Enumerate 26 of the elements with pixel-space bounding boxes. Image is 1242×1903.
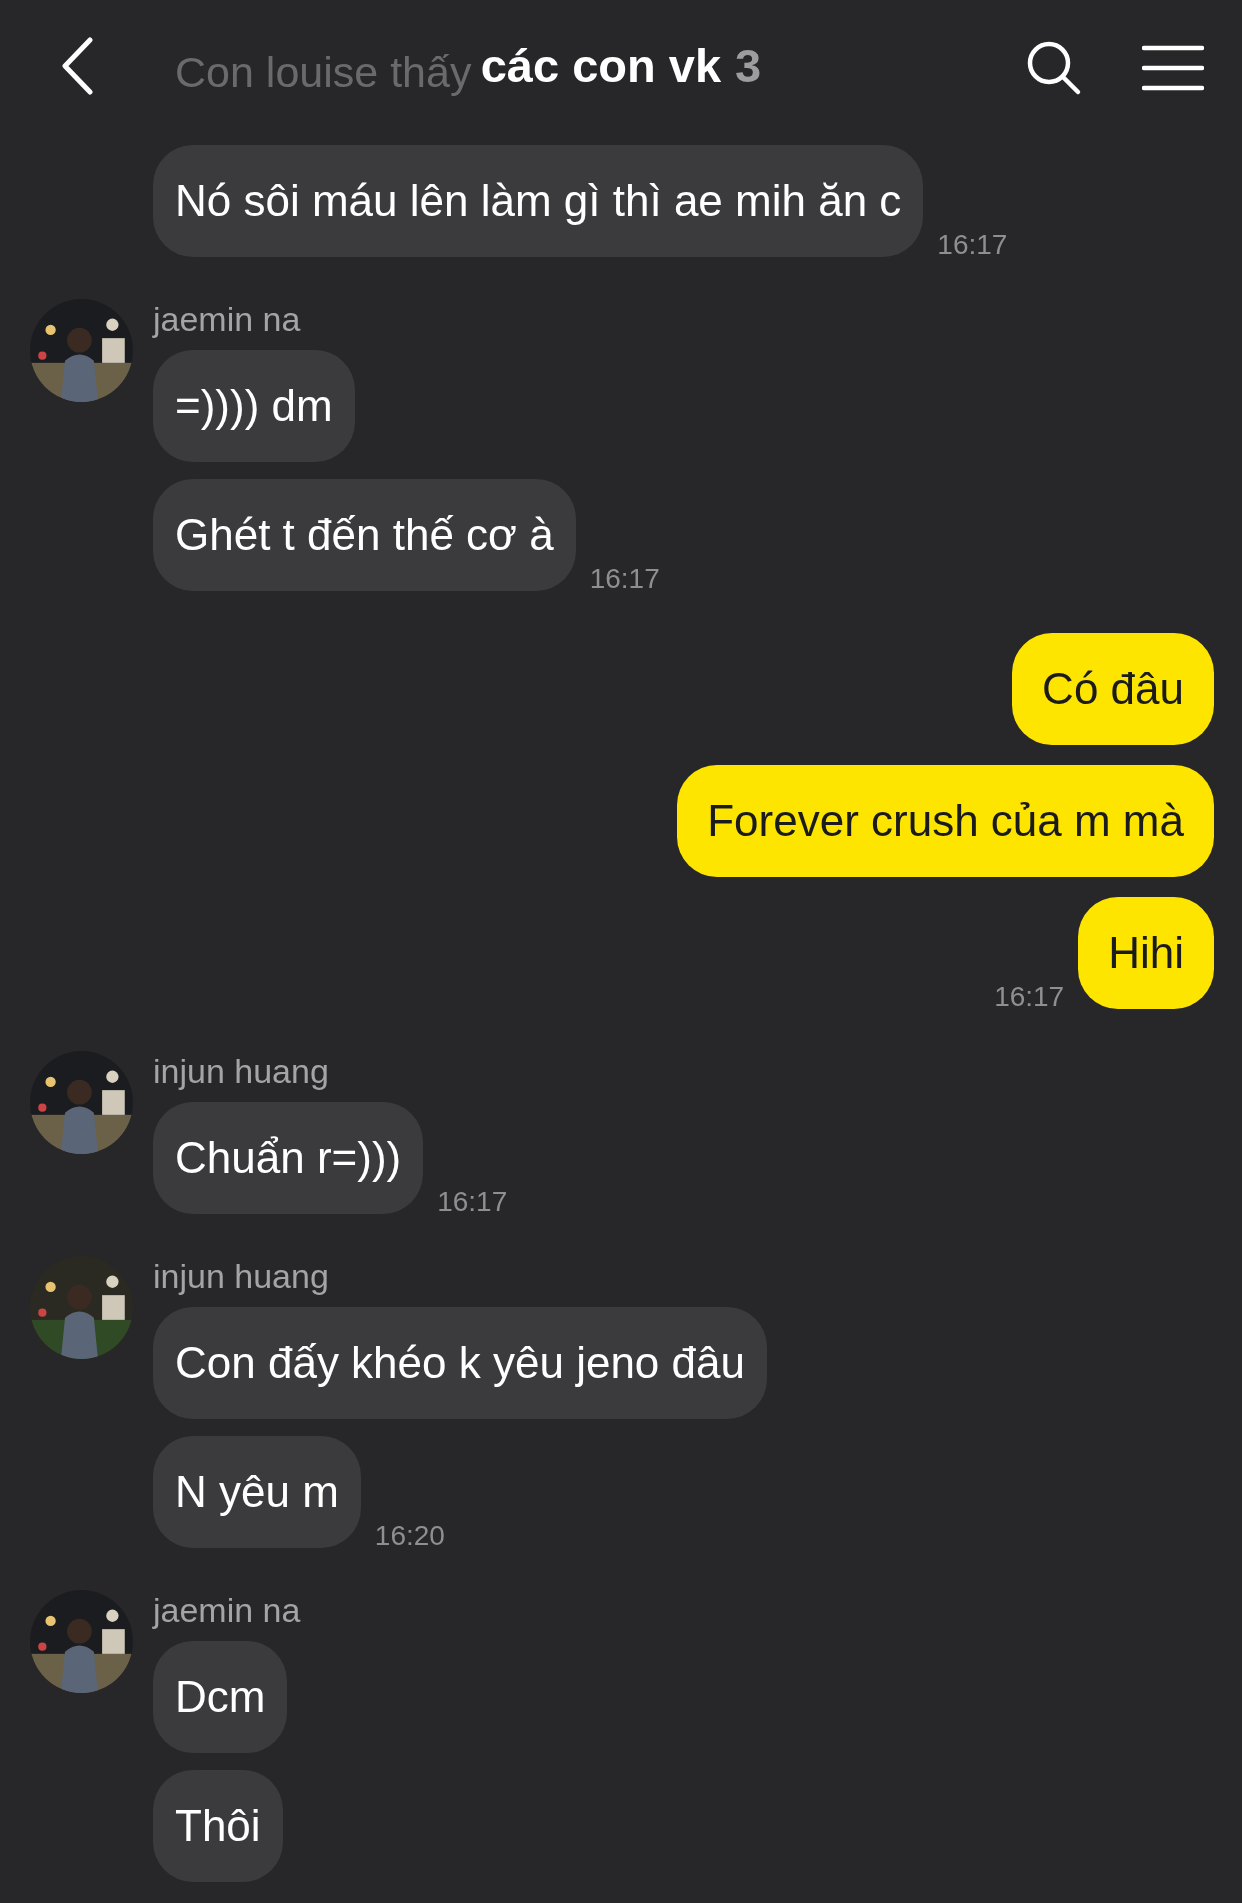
message-time: 16:17 <box>937 229 1008 261</box>
message-bubble: Thôi <box>153 1770 283 1882</box>
search-icon[interactable] <box>1026 39 1082 96</box>
message-time: 16:17 <box>437 1186 508 1218</box>
sender-name: jaemin na <box>153 1590 301 1630</box>
sender-name: injun huang <box>153 1051 330 1091</box>
message-time: 16:20 <box>374 1520 445 1552</box>
back-icon[interactable] <box>60 36 94 95</box>
message-bubble: Chuẩn r=))) <box>153 1102 424 1214</box>
chat-title: các con vk <box>480 39 722 92</box>
message-bubble: Dcm <box>153 1641 288 1753</box>
scrolled-message-text: Con louise thấy <box>175 48 472 97</box>
message-bubble: Con đấy khéo k yêu jeno đâu <box>153 1307 767 1419</box>
message-bubble: Nó sôi máu lên làm gì thì ae mih ăn c <box>153 145 924 257</box>
sender-name: injun huang <box>153 1256 330 1296</box>
message-bubble: =)))) dm <box>153 350 355 462</box>
member-count: 3 <box>735 39 762 92</box>
message-bubble: Ghét t đến thế cơ à <box>153 479 576 591</box>
message-bubble: N yêu m <box>153 1436 361 1548</box>
message-bubble: Forever crush của m mà <box>677 765 1214 877</box>
message-bubble: Có đâu <box>1012 633 1214 745</box>
message-bubble: Hihi <box>1078 897 1214 1009</box>
message-time: 16:17 <box>589 563 660 595</box>
sender-name: jaemin na <box>153 299 302 339</box>
menu-icon[interactable] <box>1142 43 1204 92</box>
message-time: 16:17 <box>994 981 1065 1013</box>
